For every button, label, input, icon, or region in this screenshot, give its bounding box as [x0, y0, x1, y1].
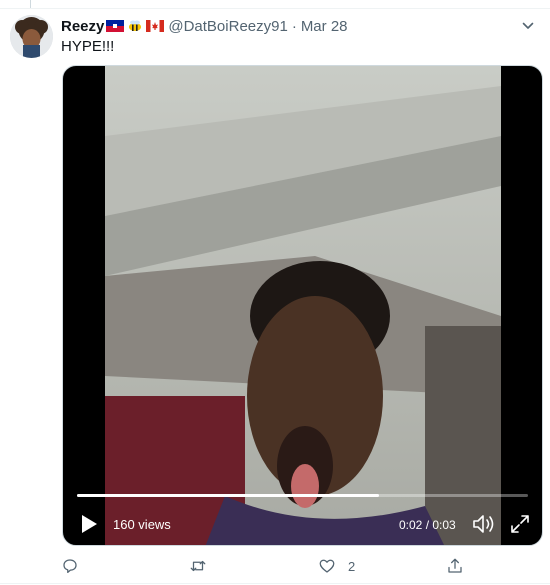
retweet-icon: [190, 560, 206, 572]
author-avatar[interactable]: [10, 15, 53, 58]
reply-icon: [63, 559, 77, 574]
header-separator: ·: [291, 17, 297, 35]
tweet-header: Reezy @DatBoiReezy91 · Mar 28: [61, 16, 538, 36]
avatar-image: [10, 15, 53, 58]
like-count: 2: [348, 558, 356, 574]
volume-icon: [473, 515, 494, 533]
play-button[interactable]: [77, 512, 101, 536]
fullscreen-button[interactable]: [509, 513, 531, 535]
video-frame: [105, 66, 501, 545]
view-count: 160 views: [113, 517, 171, 532]
tweet-text: HYPE!!!: [61, 38, 115, 55]
retweet-button[interactable]: [189, 555, 219, 577]
bee-icon: [129, 20, 142, 31]
fullscreen-icon: [511, 515, 529, 533]
play-icon: [82, 515, 97, 533]
tweet-top-divider: [0, 8, 550, 9]
share-button[interactable]: [446, 555, 476, 577]
video-progress-fill: [77, 494, 380, 497]
like-button[interactable]: 2: [318, 555, 355, 577]
video-progress-bar[interactable]: [77, 494, 528, 497]
tweet-date[interactable]: Mar 28: [301, 18, 348, 35]
reply-button[interactable]: [61, 555, 91, 577]
video-thumbnail-image: [105, 66, 501, 545]
tweet-bottom-divider: [0, 583, 550, 584]
heart-icon: [319, 559, 335, 573]
share-icon: [448, 558, 462, 573]
video-controls: 160 views 0:02 / 0:03: [63, 509, 542, 539]
tweet-actions: 2: [61, 555, 481, 577]
volume-button[interactable]: [471, 512, 497, 536]
video-time: 0:02 / 0:03: [399, 518, 456, 532]
haiti-flag-icon: [106, 20, 125, 32]
author-display-name[interactable]: Reezy: [61, 18, 104, 35]
more-options-button[interactable]: [518, 16, 538, 36]
author-handle[interactable]: @DatBoiReezy91: [168, 18, 287, 35]
canada-flag-icon: [146, 20, 165, 32]
video-player[interactable]: 160 views 0:02 / 0:03: [62, 65, 543, 546]
chevron-down-icon: [522, 22, 534, 29]
